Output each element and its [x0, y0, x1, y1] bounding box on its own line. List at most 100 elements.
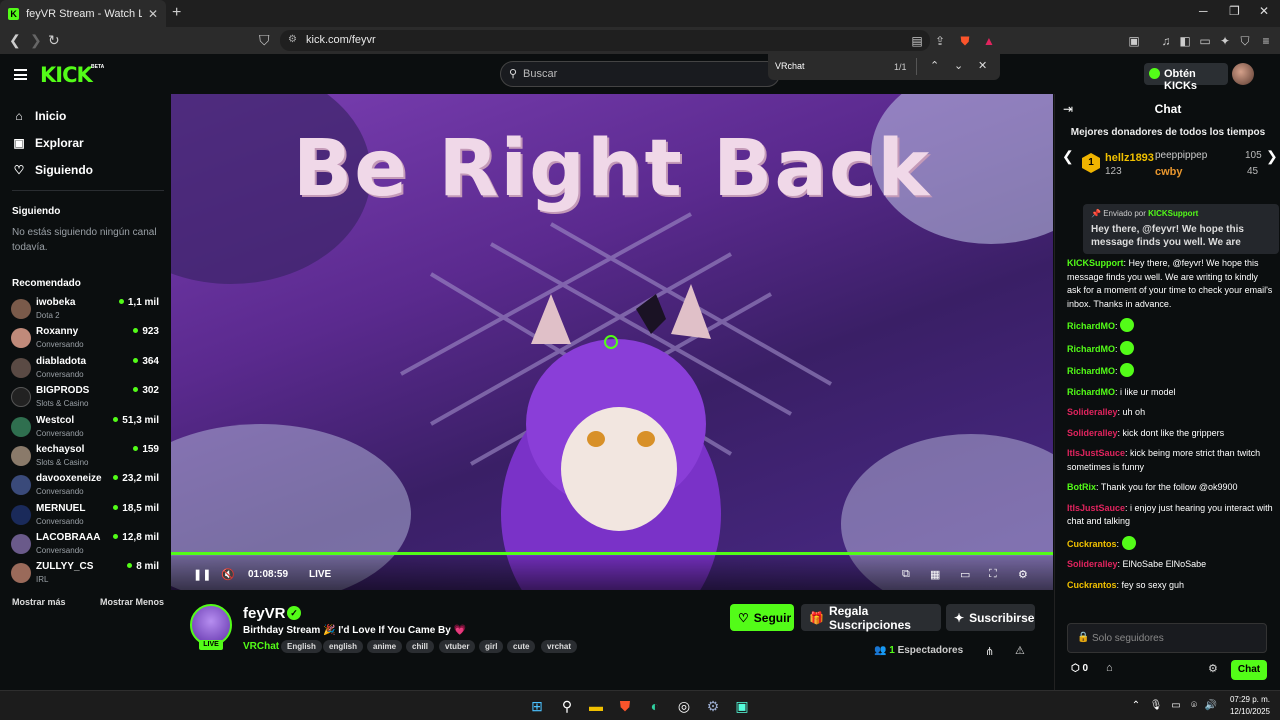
show-more-link[interactable]: Mostrar más — [12, 597, 66, 607]
sidebar-toggle-icon[interactable]: ◧ — [1177, 33, 1193, 49]
back-icon[interactable]: ❮ — [9, 32, 21, 49]
display-icon[interactable]: ▭ — [1167, 697, 1185, 715]
search-icon[interactable]: ⚲ — [558, 697, 576, 715]
tag[interactable]: girl — [479, 640, 504, 653]
maximize-icon[interactable]: ❐ — [1229, 4, 1240, 18]
channel-name[interactable]: feyVR — [243, 605, 286, 622]
get-kicks-button[interactable]: Obtén KICKs — [1144, 63, 1228, 92]
tab-icon[interactable]: ▣ — [1126, 33, 1142, 49]
find-next-icon[interactable]: ⌄ — [954, 59, 963, 72]
find-prev-icon[interactable]: ⌃ — [930, 59, 939, 72]
nav-explore[interactable]: ▣ Explorar — [12, 136, 83, 150]
chat-username[interactable]: RichardMO — [1067, 321, 1115, 331]
share-icon[interactable]: ⋔ — [985, 645, 994, 658]
kick-logo[interactable]: KICK — [40, 63, 93, 87]
follow-button[interactable]: ♡ Seguir — [730, 604, 794, 631]
forward-icon[interactable]: ❯ — [30, 32, 42, 49]
reader-mode-icon[interactable]: ▤ — [909, 33, 925, 49]
report-icon[interactable]: ⚠ — [1015, 644, 1025, 657]
tag[interactable]: vrchat — [541, 640, 578, 653]
brave-shields-icon[interactable]: ⛊ — [957, 33, 973, 49]
donor-name[interactable]: cwby — [1155, 166, 1183, 178]
chat-username[interactable]: ItIsJustSauce — [1067, 503, 1125, 513]
recommended-channel[interactable]: Westcol Conversando 51,3 mil — [11, 415, 161, 443]
nav-following[interactable]: ♡ Siguiendo — [12, 163, 93, 177]
chat-username[interactable]: RichardMO — [1067, 366, 1115, 376]
share-page-icon[interactable]: ⇪ — [932, 33, 948, 49]
nav-home[interactable]: ⌂ Inicio — [12, 109, 66, 123]
address-bar[interactable]: ⚙ kick.com/feyvr — [280, 30, 930, 51]
file-explorer-icon[interactable]: ▬ — [587, 697, 605, 715]
chat-username[interactable]: RichardMO — [1067, 387, 1115, 397]
system-clock[interactable]: 07:29 p. m. 12/10/2025 — [1222, 694, 1270, 718]
user-avatar[interactable] — [1232, 63, 1254, 85]
recommended-channel[interactable]: kechaysol Slots & Casino 159 — [11, 444, 161, 472]
chat-username[interactable]: RichardMO — [1067, 344, 1115, 354]
terminal-icon[interactable]: ▣ — [733, 697, 751, 715]
menu-icon[interactable]: ≡ — [1258, 33, 1274, 49]
subscribe-button[interactable]: ✦ Suscribirse — [946, 604, 1035, 631]
donors-prev-icon[interactable]: ❮ — [1062, 148, 1074, 165]
pause-icon[interactable]: ❚❚ — [193, 568, 211, 581]
tag[interactable]: anime — [367, 640, 403, 653]
recommended-channel[interactable]: MERNUEL Conversando 18,5 mil — [11, 503, 161, 531]
donor-name[interactable]: peeppippep — [1155, 150, 1207, 161]
window-close-icon[interactable]: ✕ — [1259, 4, 1269, 18]
video-progress-bar[interactable] — [171, 552, 1053, 555]
site-info-icon[interactable]: ⚙ — [288, 34, 297, 45]
network-icon[interactable]: ⌾ — [1185, 697, 1203, 715]
show-less-link[interactable]: Mostrar Menos — [100, 597, 164, 607]
recommended-channel[interactable]: BIGPRODS Slots & Casino 302 — [11, 385, 161, 413]
find-input[interactable]: VRchat — [775, 61, 805, 71]
pip-icon[interactable]: ⧉ — [902, 568, 910, 581]
tag[interactable]: chill — [406, 640, 435, 653]
tag[interactable]: English — [281, 640, 322, 653]
tab-close-icon[interactable]: ✕ — [148, 7, 158, 21]
hamburger-menu-icon[interactable] — [14, 69, 27, 80]
clip-icon[interactable]: ▦ — [930, 568, 940, 581]
chat-send-button[interactable]: Chat — [1231, 660, 1267, 680]
mute-icon[interactable]: 🔇 — [221, 568, 235, 581]
chat-settings-icon[interactable]: ⚙ — [1208, 662, 1218, 675]
app-icon[interactable]: ◎ — [675, 697, 693, 715]
chat-input[interactable]: 🔒 Solo seguidores — [1067, 623, 1267, 653]
search-input[interactable]: ⚲ Buscar — [500, 61, 780, 87]
music-icon[interactable]: ♫ — [1158, 33, 1174, 49]
donor-name[interactable]: hellz1893 — [1105, 152, 1154, 164]
chat-username[interactable]: ItIsJustSauce — [1067, 448, 1125, 458]
kicks-balance[interactable]: ⬡ 0 — [1071, 663, 1088, 674]
bookmark-icon[interactable]: ⛉ — [259, 32, 270, 49]
chat-username[interactable]: Solideralley — [1067, 428, 1118, 438]
chat-username[interactable]: Solideralley — [1067, 559, 1118, 569]
windows-start-icon[interactable]: ⊞ — [528, 697, 546, 715]
settings-gear-icon[interactable]: ⚙ — [1018, 568, 1028, 581]
steam-icon[interactable]: ⚙ — [704, 697, 722, 715]
tray-chevron-icon[interactable]: ⌃ — [1127, 697, 1145, 715]
chat-username[interactable]: Solideralley — [1067, 407, 1118, 417]
minimize-icon[interactable]: ─ — [1199, 4, 1208, 18]
brave-browser-icon[interactable]: ⛊ — [616, 697, 634, 715]
browser-tab[interactable]: K feyVR Stream - Watch Live on Kick ✕ — [0, 0, 166, 27]
recommended-channel[interactable]: diabladota Conversando 364 — [11, 356, 161, 384]
edge-icon[interactable]: ◐ — [646, 697, 664, 715]
video-player[interactable]: Be Right Back ❚❚ 🔇 01:08:59 LIVE ⧉ ▦ ▭ ⛶… — [171, 94, 1053, 590]
recommended-channel[interactable]: ZULLYY_CS IRL 8 mil — [11, 561, 161, 589]
tag[interactable]: cute — [507, 640, 536, 653]
recommended-channel[interactable]: iwobeka Dota 2 1,1 mil — [11, 297, 161, 325]
new-tab-button[interactable]: + — [172, 4, 181, 22]
brave-rewards-icon[interactable]: ▲ — [981, 33, 997, 49]
chat-username[interactable]: Cuckrantos — [1067, 580, 1117, 590]
fullscreen-icon[interactable]: ⛶ — [989, 568, 997, 581]
chat-username[interactable]: Cuckrantos — [1067, 539, 1117, 549]
store-icon[interactable]: ⌂ — [1106, 662, 1113, 674]
recommended-channel[interactable]: Roxanny Conversando 923 — [11, 326, 161, 354]
reload-icon[interactable]: ↻ — [48, 32, 60, 49]
recommended-channel[interactable]: davooxeneize Conversando 23,2 mil — [11, 473, 161, 501]
microphone-icon[interactable]: 🎙 — [1147, 697, 1165, 715]
volume-icon[interactable]: 🔊 — [1202, 697, 1220, 715]
tag[interactable]: english — [323, 640, 364, 653]
recommended-channel[interactable]: LACOBRAAA Conversando 12,8 mil — [11, 532, 161, 560]
chat-username[interactable]: KICKSupport — [1067, 258, 1124, 268]
chat-username[interactable]: BotRix — [1067, 482, 1096, 492]
theater-mode-icon[interactable]: ▭ — [960, 568, 970, 581]
